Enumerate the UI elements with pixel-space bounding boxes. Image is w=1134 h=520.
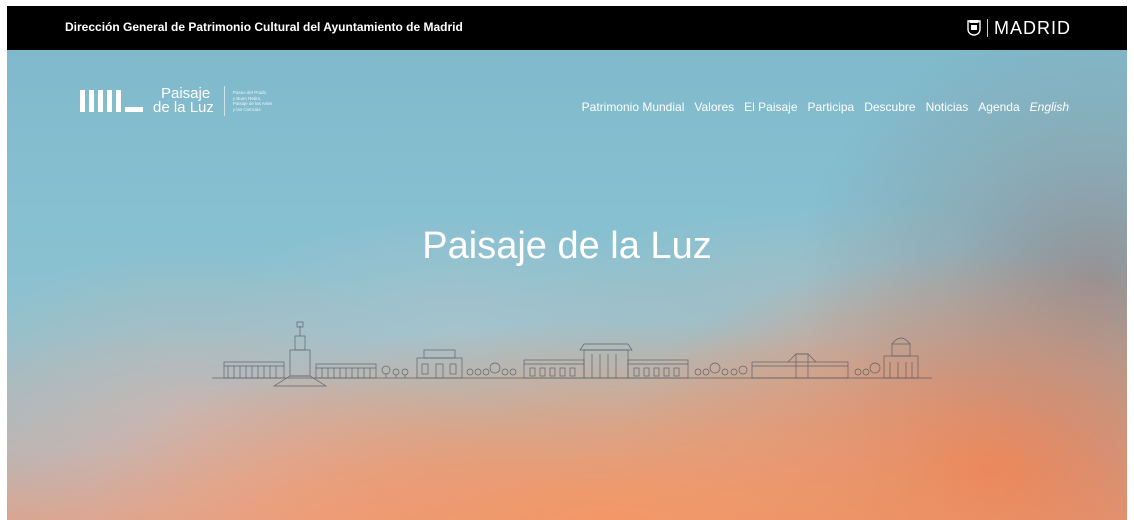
madrid-crest-icon	[967, 20, 981, 36]
skyline-illustration	[212, 320, 932, 390]
city-brand-label: MADRID	[994, 17, 1071, 38]
department-link[interactable]: Dirección General de Patrimonio Cultural…	[65, 20, 463, 34]
logo-line-2: de la Luz	[153, 99, 214, 116]
main-nav: Patrimonio Mundial Valores El Paisaje Pa…	[582, 100, 1069, 114]
logo-bars-icon	[80, 90, 143, 112]
nav-item-agenda[interactable]: Agenda	[978, 100, 1019, 114]
hero-title: Paisaje de la Luz	[422, 225, 712, 267]
nav-item-descubre[interactable]: Descubre	[864, 100, 915, 114]
nav-item-patrimonio-mundial[interactable]: Patrimonio Mundial	[582, 100, 685, 114]
page-frame: Dirección General de Patrimonio Cultural…	[7, 6, 1127, 520]
nav-item-english[interactable]: English	[1030, 100, 1069, 114]
site-logo[interactable]: Paisaje de la Luz Paseo del Prado y Buen…	[80, 84, 272, 118]
logo-subtitle-line: y las Ciencias	[232, 106, 261, 112]
brand-separator	[987, 19, 988, 37]
hero-banner: Paisaje de la Luz Paseo del Prado y Buen…	[7, 50, 1127, 520]
top-bar: Dirección General de Patrimonio Cultural…	[7, 6, 1127, 50]
logo-subtitle: Paseo del Prado y Buen Retiro, Paisaje d…	[233, 90, 273, 112]
logo-name: Paisaje de la Luz	[153, 86, 214, 116]
nav-item-el-paisaje[interactable]: El Paisaje	[744, 100, 797, 114]
madrid-brand-link[interactable]: MADRID	[967, 16, 1071, 40]
nav-item-participa[interactable]: Participa	[808, 100, 855, 114]
logo-divider	[223, 86, 225, 116]
nav-item-valores[interactable]: Valores	[694, 100, 734, 114]
nav-item-noticias[interactable]: Noticias	[926, 100, 969, 114]
